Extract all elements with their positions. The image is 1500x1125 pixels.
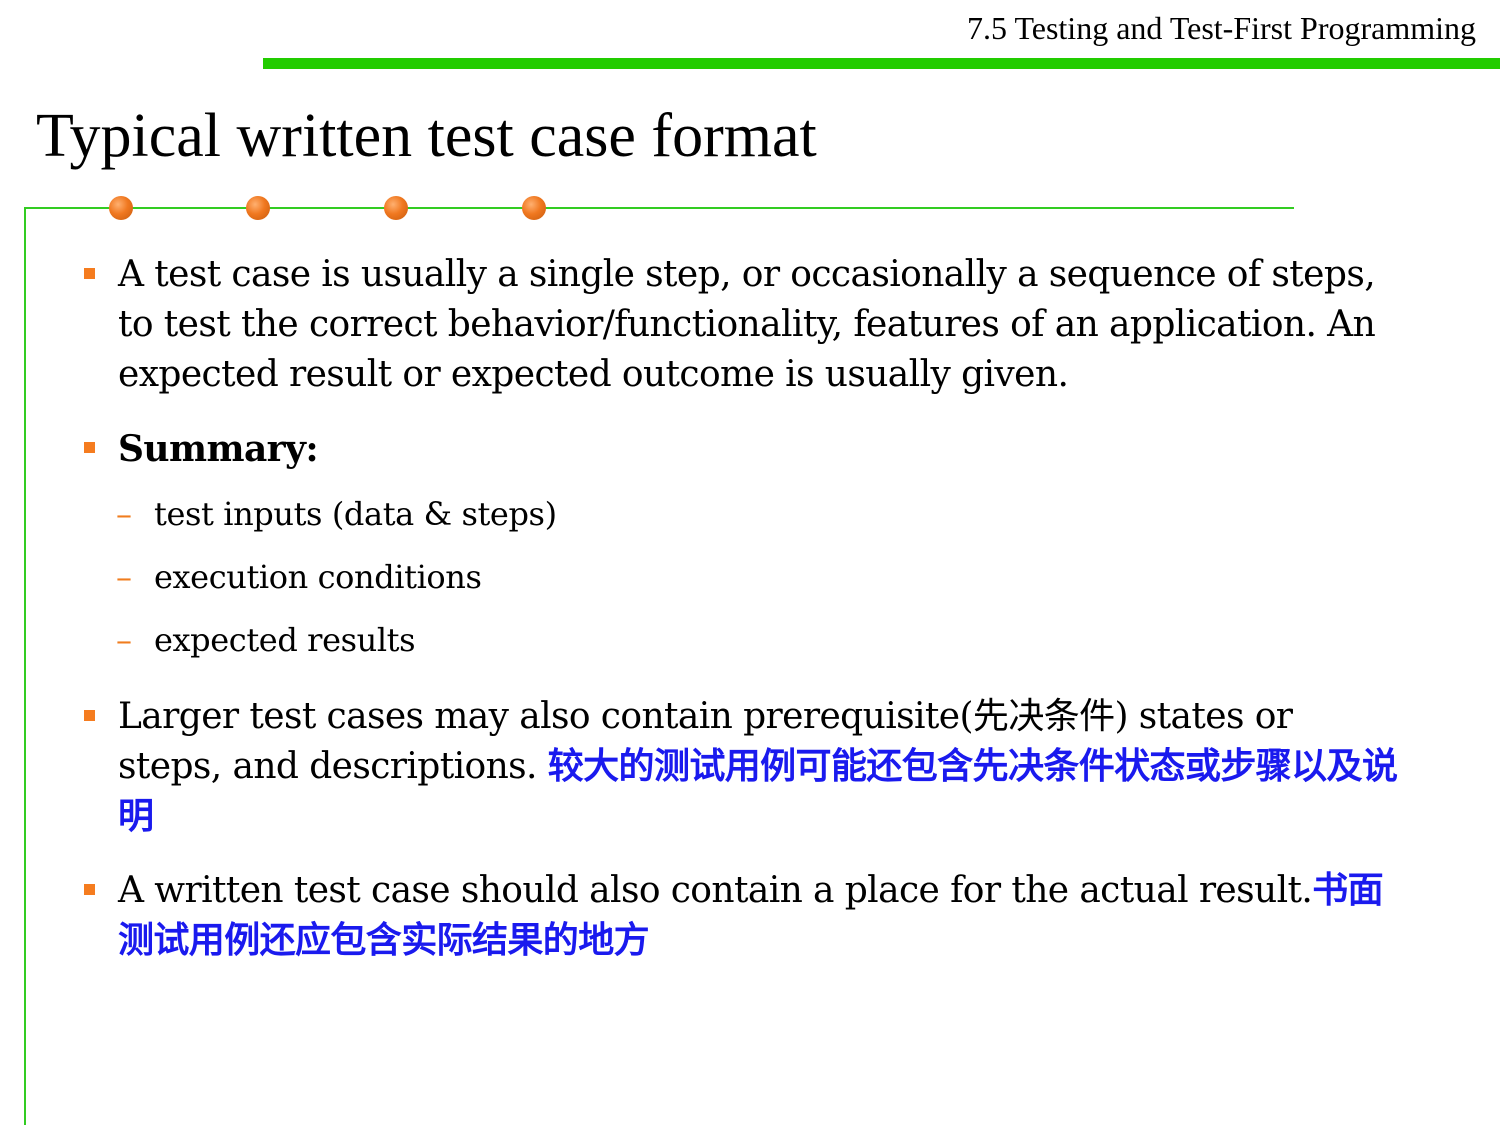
decorative-dot [246, 196, 270, 220]
title-rule [24, 207, 1294, 209]
section-title: 7.5 Testing and Test-First Programming [967, 10, 1476, 46]
decorative-dot [522, 196, 546, 220]
dash-bullet-icon: – [116, 495, 132, 533]
dash-bullet-icon: – [116, 558, 132, 596]
decorative-dot [384, 196, 408, 220]
sub-bullet-text: expected results [154, 621, 416, 659]
sub-bullet-item: – execution conditions [84, 546, 1404, 609]
sub-bullet-item: – test inputs (data & steps) [84, 483, 1404, 546]
slide-content: A test case is usually a single step, or… [84, 250, 1404, 966]
bullet-text: A written test case should also contain … [118, 870, 1313, 911]
square-bullet-icon [84, 268, 95, 279]
bullet-text: A test case is usually a single step, or… [118, 254, 1376, 395]
bullet-item: A written test case should also contain … [84, 866, 1404, 966]
slide-title: Typical written test case format [36, 102, 817, 170]
square-bullet-icon [84, 442, 95, 453]
sub-bullet-text: execution conditions [154, 558, 482, 596]
sub-bullet-item: – expected results [84, 609, 1404, 672]
square-bullet-icon [84, 884, 95, 895]
header-bar [263, 58, 1500, 69]
decorative-dot [109, 196, 133, 220]
bullet-text: Summary: [118, 428, 319, 470]
left-rule [24, 207, 26, 1125]
square-bullet-icon [84, 710, 95, 721]
dash-bullet-icon: – [116, 621, 132, 659]
bullet-item: Larger test cases may also contain prere… [84, 692, 1404, 842]
bullet-item: Summary: [84, 424, 1404, 475]
bullet-item: A test case is usually a single step, or… [84, 250, 1404, 400]
sub-bullet-text: test inputs (data & steps) [154, 495, 557, 533]
